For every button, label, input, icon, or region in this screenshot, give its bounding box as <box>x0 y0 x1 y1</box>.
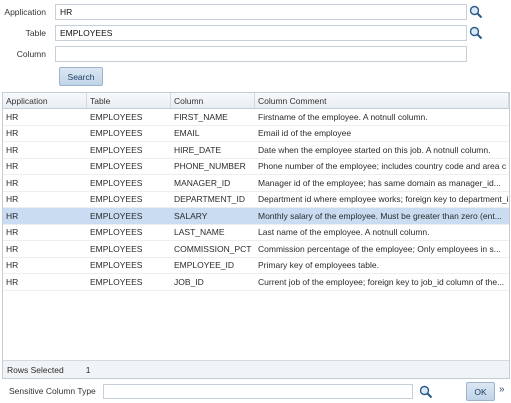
cell-column: SALARY <box>174 210 208 221</box>
cell-column-comment: Date when the employee started on this j… <box>258 144 491 155</box>
cell-application: HR <box>6 210 19 221</box>
rows-selected-count: 1 <box>85 364 91 375</box>
table-row[interactable]: HR EMPLOYEES COMMISSION_PCT Commission perc… <box>3 241 509 258</box>
cell-column-comment: Commission percentage of the employee; O… <box>258 243 501 254</box>
table-row[interactable]: HR EMPLOYEES EMPLOYEE_ID Primary key of emp… <box>3 258 509 274</box>
table-row[interactable]: HR EMPLOYEES PHONE_NUMBER Phone number of t… <box>3 159 509 175</box>
cell-column-comment: Primary key of employees table. <box>258 260 379 271</box>
cell-column: FIRST_NAME <box>174 111 228 122</box>
cell-column: JOB_ID <box>174 276 204 287</box>
application-value: HR <box>60 7 73 17</box>
cell-column-comment: Last name of the employee. A notnull col… <box>258 227 430 238</box>
rows-selected-label: Rows Selected <box>7 364 64 375</box>
header-column[interactable]: Column <box>171 93 255 108</box>
cell-column: COMMISSION_PCT <box>174 243 252 254</box>
sensitive-column-type-field[interactable] <box>103 384 413 399</box>
cell-column-comment: Manager id of the employee; has same dom… <box>258 177 501 188</box>
ok-button[interactable]: OK <box>466 382 495 401</box>
cell-table: EMPLOYEES <box>90 243 143 254</box>
cell-column-comment: Phone number of the employee; includes c… <box>258 161 507 172</box>
sensitive-column-type-label: Sensitive Column Type <box>9 386 96 396</box>
header-column-comment[interactable]: Column Comment <box>255 93 509 108</box>
column-label: Column <box>16 49 46 59</box>
cell-application: HR <box>6 128 19 139</box>
cell-column: EMAIL <box>174 128 200 139</box>
cell-column-comment: Email id of the employee <box>258 128 352 139</box>
cell-table: EMPLOYEES <box>90 128 143 139</box>
cell-table: EMPLOYEES <box>90 260 143 271</box>
cell-table: EMPLOYEES <box>90 276 143 287</box>
table-label: Table <box>25 28 46 38</box>
application-row: Application <box>0 4 50 20</box>
table-row[interactable]: HR EMPLOYEES SALARY Monthly salary of the e… <box>3 208 509 225</box>
cell-column-comment: Department id where employee works; fore… <box>258 194 509 205</box>
sensitive-search-icon[interactable] <box>419 385 433 399</box>
cell-table: EMPLOYEES <box>90 227 143 238</box>
table-row-label: Table <box>0 25 50 41</box>
application-label: Application <box>4 7 46 17</box>
cell-table: EMPLOYEES <box>90 194 143 205</box>
grid-header: Application Table Column Column Comment <box>3 93 509 109</box>
application-field[interactable]: HR <box>55 4 467 20</box>
grid-body: HR EMPLOYEES FIRST_NAME Firstname of the em… <box>3 109 509 291</box>
grid-status-bar: Rows Selected 1 <box>3 360 509 378</box>
cell-column: PHONE_NUMBER <box>174 161 246 172</box>
application-search-icon[interactable] <box>469 5 483 19</box>
table-row[interactable]: HR EMPLOYEES DEPARTMENT_ID Department id wh… <box>3 192 509 208</box>
column-field[interactable] <box>55 46 467 62</box>
cell-column: MANAGER_ID <box>174 177 231 188</box>
cell-application: HR <box>6 276 19 287</box>
table-value: EMPLOYEES <box>60 28 113 38</box>
cell-column: HIRE_DATE <box>174 144 222 155</box>
header-table[interactable]: Table <box>87 93 171 108</box>
cell-application: HR <box>6 243 19 254</box>
cell-application: HR <box>6 227 19 238</box>
cell-table: EMPLOYEES <box>90 144 143 155</box>
results-grid: Application Table Column Column Comment … <box>2 92 510 379</box>
table-row[interactable]: HR EMPLOYEES EMAIL Email id of the employee <box>3 126 509 142</box>
table-search-icon[interactable] <box>469 26 483 40</box>
cell-application: HR <box>6 260 19 271</box>
cell-column: DEPARTMENT_ID <box>174 194 246 205</box>
table-row[interactable]: HR EMPLOYEES FIRST_NAME Firstname of the em… <box>3 109 509 126</box>
header-application[interactable]: Application <box>3 93 87 108</box>
cell-application: HR <box>6 177 19 188</box>
cell-column: LAST_NAME <box>174 227 225 238</box>
cell-table: EMPLOYEES <box>90 111 143 122</box>
double-chevron-right-icon[interactable]: » <box>499 384 505 395</box>
table-row[interactable]: HR EMPLOYEES LAST_NAME Last name of the emp… <box>3 225 509 241</box>
table-field[interactable]: EMPLOYEES <box>55 25 467 41</box>
cell-column-comment: Monthly salary of the employee. Must be … <box>258 210 502 221</box>
table-row[interactable]: HR EMPLOYEES HIRE_DATE Date when the employ… <box>3 142 509 159</box>
column-row-label: Column <box>0 46 50 62</box>
cell-application: HR <box>6 194 19 205</box>
table-row[interactable]: HR EMPLOYEES MANAGER_ID Manager id of the e… <box>3 175 509 192</box>
cell-application: HR <box>6 161 19 172</box>
bottom-bar: Sensitive Column Type OK » <box>0 380 511 403</box>
cell-column-comment: Firstname of the employee. A notnull col… <box>258 111 428 122</box>
table-row[interactable]: HR EMPLOYEES JOB_ID Current job of the empl… <box>3 274 509 291</box>
search-button[interactable]: Search <box>59 67 103 86</box>
cell-application: HR <box>6 144 19 155</box>
cell-table: EMPLOYEES <box>90 177 143 188</box>
cell-application: HR <box>6 111 19 122</box>
cell-column-comment: Current job of the employee; foreign key… <box>258 276 505 287</box>
cell-table: EMPLOYEES <box>90 161 143 172</box>
cell-table: EMPLOYEES <box>90 210 143 221</box>
cell-column: EMPLOYEE_ID <box>174 260 234 271</box>
